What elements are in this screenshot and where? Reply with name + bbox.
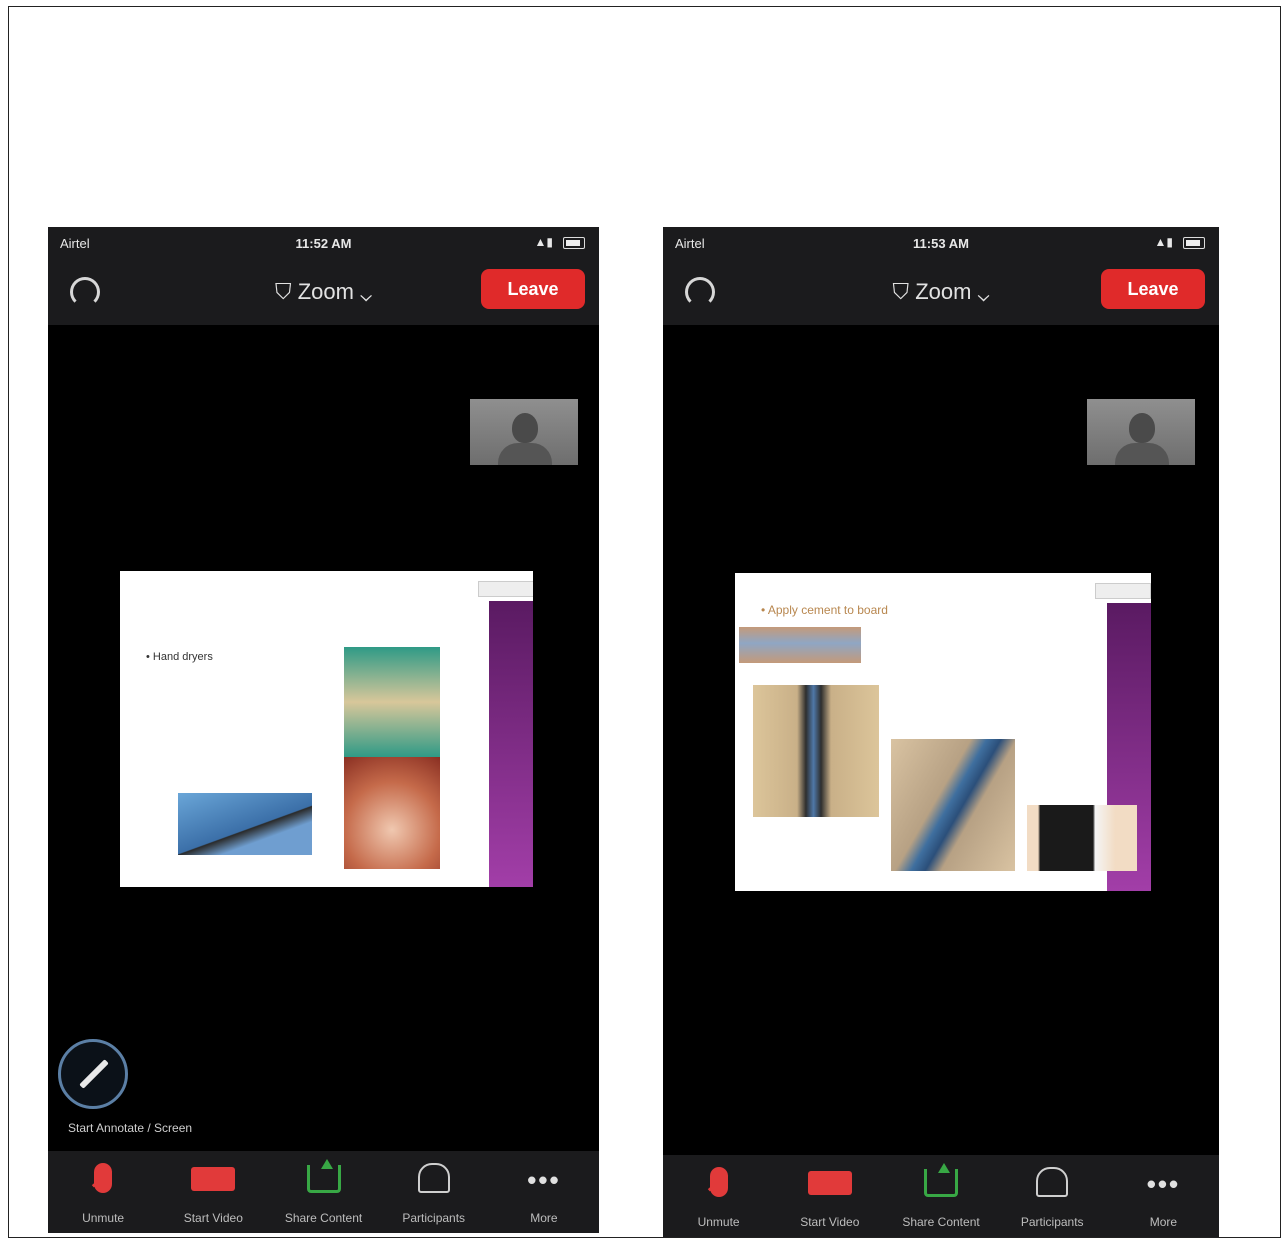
slide-image-t-square: [753, 685, 879, 817]
participants-icon: [1036, 1167, 1069, 1197]
share-content-button[interactable]: Share Content: [268, 1151, 378, 1233]
participants-button[interactable]: Participants: [379, 1151, 489, 1233]
meeting-toolbar: Unmute Start Video Share Content Partici…: [663, 1155, 1219, 1237]
meeting-top-bar: ⛉ Zoom ⌄ Leave: [48, 261, 599, 325]
slide-purple-bar: [489, 601, 533, 887]
unmute-label: Unmute: [82, 1211, 125, 1225]
shared-slide: • Hand dryers: [120, 571, 533, 887]
slide-image-tool: [1027, 805, 1137, 871]
status-time: 11:53 AM: [913, 236, 969, 251]
meeting-toolbar: Unmute Start Video Share Content Partici…: [48, 1151, 599, 1233]
share-content-label: Share Content: [284, 1211, 363, 1225]
participant-head: [1129, 413, 1155, 443]
more-label: More: [530, 1211, 558, 1225]
muted-mic-icon: [94, 1163, 113, 1193]
shield-icon: ⛉: [892, 279, 910, 304]
more-dots-icon: •••: [527, 1165, 561, 1195]
battery-icon: [563, 237, 585, 249]
meeting-title-text: Zoom: [915, 279, 972, 304]
status-bar: Airtel 11:52 AM ▲▮: [48, 227, 599, 261]
more-button[interactable]: ••• More: [1108, 1155, 1219, 1237]
share-content-button[interactable]: Share Content: [885, 1155, 996, 1237]
status-time: 11:52 AM: [295, 236, 352, 251]
more-label: More: [1149, 1215, 1178, 1229]
slide-image-left: [178, 793, 312, 855]
unmute-button[interactable]: Unmute: [663, 1155, 774, 1237]
phone-screen-left: Airtel 11:52 AM ▲▮ ⛉ Zoom ⌄ Leave • Hand…: [48, 227, 599, 1233]
slide-bullet: • Hand dryers: [146, 651, 213, 663]
slide-image-board: [891, 739, 1015, 871]
battery-icon: [1183, 237, 1205, 249]
unmute-label: Unmute: [697, 1215, 740, 1229]
participant-video-thumbnail[interactable]: [470, 399, 578, 465]
participants-label: Participants: [402, 1211, 466, 1225]
meeting-title-text: Zoom: [297, 279, 354, 304]
start-video-button[interactable]: Start Video: [774, 1155, 885, 1237]
participants-label: Participants: [1020, 1215, 1084, 1229]
participant-video-thumbnail[interactable]: [1087, 399, 1195, 465]
video-off-icon: [191, 1167, 236, 1191]
pencil-icon: [79, 1059, 109, 1089]
start-video-label: Start Video: [183, 1211, 243, 1225]
shield-icon: ⛉: [275, 279, 292, 304]
annotate-caption: Start Annotate / Screen: [68, 1121, 193, 1135]
shared-slide: • Apply cement to board: [735, 573, 1151, 891]
muted-mic-icon: [709, 1167, 728, 1197]
participants-button[interactable]: Participants: [997, 1155, 1108, 1237]
slide-image-bottom: [344, 757, 440, 869]
status-bar: Airtel 11:53 AM ▲▮: [663, 227, 1219, 261]
leave-button[interactable]: Leave: [481, 269, 585, 309]
meeting-top-bar: ⛉ Zoom ⌄ Leave: [663, 261, 1219, 325]
slide-image-strip: [739, 627, 861, 663]
signal-icon: ▲▮: [1154, 235, 1173, 249]
participant-head: [512, 413, 538, 443]
signal-icon: ▲▮: [534, 235, 553, 249]
slide-tag: [1095, 583, 1151, 599]
chevron-down-icon: ⌄: [360, 279, 372, 304]
participant-shoulders: [1115, 443, 1169, 465]
start-video-button[interactable]: Start Video: [158, 1151, 268, 1233]
unmute-button[interactable]: Unmute: [48, 1151, 158, 1233]
share-icon: [924, 1163, 958, 1197]
more-dots-icon: •••: [1146, 1169, 1181, 1199]
participants-icon: [417, 1163, 450, 1193]
video-off-icon: [807, 1171, 852, 1195]
annotate-button[interactable]: [58, 1039, 128, 1109]
start-video-label: Start Video: [800, 1215, 860, 1229]
more-button[interactable]: ••• More: [489, 1151, 599, 1233]
slide-tag: [478, 581, 533, 597]
share-content-label: Share Content: [902, 1215, 980, 1229]
slide-image-top: [344, 647, 440, 757]
share-icon: [306, 1159, 341, 1193]
phone-screen-right: Airtel 11:53 AM ▲▮ ⛉ Zoom ⌄ Leave • Appl…: [663, 227, 1219, 1237]
chevron-down-icon: ⌄: [977, 279, 990, 304]
slide-heading: • Apply cement to board: [761, 603, 888, 617]
participant-shoulders: [498, 443, 552, 465]
leave-button[interactable]: Leave: [1101, 269, 1205, 309]
